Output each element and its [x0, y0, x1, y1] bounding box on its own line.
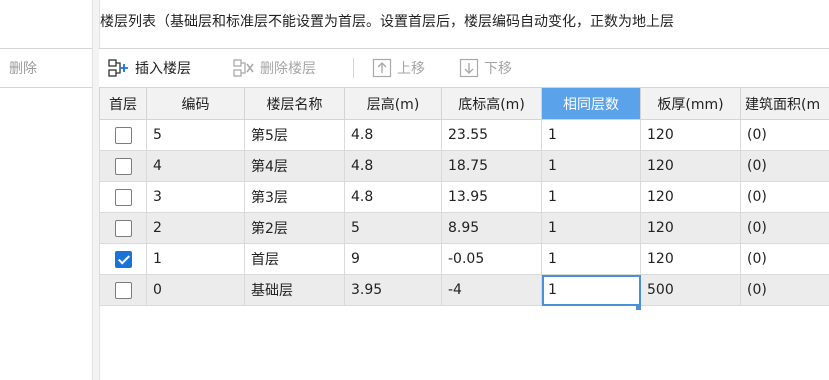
cell-code[interactable]: 0 — [146, 274, 245, 306]
cell-base[interactable]: 18.75 — [441, 150, 542, 182]
toolbar-separator — [353, 58, 354, 78]
cell-same[interactable]: 1 — [541, 119, 641, 151]
left-panel: 删除 — [0, 0, 92, 380]
first-floor-checkbox[interactable] — [114, 188, 132, 206]
arrow-up-icon — [372, 58, 392, 78]
cell-name[interactable]: 首层 — [244, 243, 345, 275]
col-header-code[interactable]: 编码 — [146, 87, 245, 120]
cell-base[interactable]: -0.05 — [441, 243, 542, 275]
col-header-floor-name[interactable]: 楼层名称 — [244, 87, 345, 120]
cell-base[interactable]: 13.95 — [441, 181, 542, 213]
cell-area[interactable]: (0) — [740, 274, 829, 306]
cell-height[interactable]: 4.8 — [344, 181, 442, 213]
first-floor-cell — [99, 181, 147, 213]
col-header-base-elevation[interactable]: 底标高(m) — [441, 87, 542, 120]
selection-fill-handle[interactable] — [636, 305, 641, 310]
insert-floor-icon — [108, 59, 128, 77]
cell-base[interactable]: 23.55 — [441, 119, 542, 151]
insert-floor-button[interactable]: 插入楼层 — [108, 49, 191, 87]
cell-code[interactable]: 2 — [146, 212, 245, 244]
cell-name[interactable]: 基础层 — [244, 274, 345, 306]
arrow-down-icon — [459, 58, 479, 78]
left-toolbar: 删除 — [0, 48, 92, 88]
first-floor-checkbox[interactable] — [114, 219, 132, 237]
table-row[interactable]: 4 第4层 4.8 18.75 1 120 (0) — [99, 150, 829, 182]
cell-name[interactable]: 第5层 — [244, 119, 345, 151]
first-floor-checkbox[interactable] — [114, 157, 132, 175]
insert-floor-label: 插入楼层 — [135, 61, 191, 77]
cell-height[interactable]: 9 — [344, 243, 442, 275]
table-row[interactable]: 5 第5层 4.8 23.55 1 120 (0) — [99, 119, 829, 151]
floor-grid: 首层 编码 楼层名称 层高(m) 底标高(m) 相同层数 板厚(mm) 建筑面积… — [99, 87, 829, 380]
left-delete-button[interactable]: 删除 — [9, 58, 37, 78]
cell-same[interactable]: 1 — [541, 181, 641, 213]
cell-height[interactable]: 5 — [344, 212, 442, 244]
cell-same[interactable]: 1 — [541, 150, 641, 182]
cell-name[interactable]: 第4层 — [244, 150, 345, 182]
cell-base[interactable]: 8.95 — [441, 212, 542, 244]
floor-toolbar: 插入楼层 删除楼层 上移 下移 — [99, 48, 829, 88]
cell-name[interactable]: 第3层 — [244, 181, 345, 213]
cell-slab[interactable]: 120 — [640, 150, 741, 182]
col-header-slab-thickness[interactable]: 板厚(mm) — [640, 87, 741, 120]
floor-list-title: 楼层列表（基础层和标准层不能设置为首层。设置首层后，楼层编码自动变化，正数为地上… — [100, 14, 674, 30]
table-body: 5 第5层 4.8 23.55 1 120 (0) 4 第4层 4.8 18.75 1 120 (0) 3 第… — [99, 119, 829, 306]
move-up-button[interactable]: 上移 — [372, 49, 425, 87]
col-header-same-floors[interactable]: 相同层数 — [541, 87, 641, 120]
cell-slab[interactable]: 120 — [640, 181, 741, 213]
cell-base[interactable]: -4 — [441, 274, 542, 306]
cell-height[interactable]: 3.95 — [344, 274, 442, 306]
table-row[interactable]: 0 基础层 3.95 -4 1 500 (0) — [99, 274, 829, 306]
first-floor-checkbox[interactable] — [114, 281, 132, 299]
move-down-button[interactable]: 下移 — [459, 49, 512, 87]
move-up-label: 上移 — [397, 61, 425, 77]
first-floor-cell — [99, 212, 147, 244]
cell-area[interactable]: (0) — [740, 212, 829, 244]
col-header-floor-height[interactable]: 层高(m) — [344, 87, 442, 120]
cell-code[interactable]: 1 — [146, 243, 245, 275]
floor-table: 首层 编码 楼层名称 层高(m) 底标高(m) 相同层数 板厚(mm) 建筑面积… — [99, 87, 829, 306]
cell-height[interactable]: 4.8 — [344, 119, 442, 151]
table-row[interactable]: 3 第3层 4.8 13.95 1 120 (0) — [99, 181, 829, 213]
cell-same[interactable]: 1 — [541, 274, 641, 306]
table-header-row: 首层 编码 楼层名称 层高(m) 底标高(m) 相同层数 板厚(mm) 建筑面积… — [99, 87, 829, 120]
first-floor-checkbox[interactable] — [114, 126, 132, 144]
cell-area[interactable]: (0) — [740, 181, 829, 213]
cell-name[interactable]: 第2层 — [244, 212, 345, 244]
col-header-first-floor[interactable]: 首层 — [99, 87, 147, 120]
cell-same[interactable]: 1 — [541, 243, 641, 275]
table-row[interactable]: 1 首层 9 -0.05 1 120 (0) — [99, 243, 829, 275]
cell-slab[interactable]: 120 — [640, 119, 741, 151]
cell-area[interactable]: (0) — [740, 150, 829, 182]
col-header-building-area[interactable]: 建筑面积(m — [740, 87, 829, 120]
cell-height[interactable]: 4.8 — [344, 150, 442, 182]
delete-floor-label: 删除楼层 — [260, 61, 316, 77]
cell-area[interactable]: (0) — [740, 243, 829, 275]
cell-slab[interactable]: 120 — [640, 243, 741, 275]
first-floor-cell — [99, 274, 147, 306]
cell-code[interactable]: 5 — [146, 119, 245, 151]
cell-code[interactable]: 4 — [146, 150, 245, 182]
delete-floor-button[interactable]: 删除楼层 — [233, 49, 316, 87]
first-floor-cell — [99, 243, 147, 275]
cell-code[interactable]: 3 — [146, 181, 245, 213]
first-floor-cell — [99, 119, 147, 151]
table-row[interactable]: 2 第2层 5 8.95 1 120 (0) — [99, 212, 829, 244]
cell-slab[interactable]: 500 — [640, 274, 741, 306]
cell-same[interactable]: 1 — [541, 212, 641, 244]
delete-floor-icon — [233, 59, 254, 77]
first-floor-cell — [99, 150, 147, 182]
cell-area[interactable]: (0) — [740, 119, 829, 151]
cell-slab[interactable]: 120 — [640, 212, 741, 244]
first-floor-checkbox[interactable] — [114, 250, 132, 268]
move-down-label: 下移 — [484, 61, 512, 77]
